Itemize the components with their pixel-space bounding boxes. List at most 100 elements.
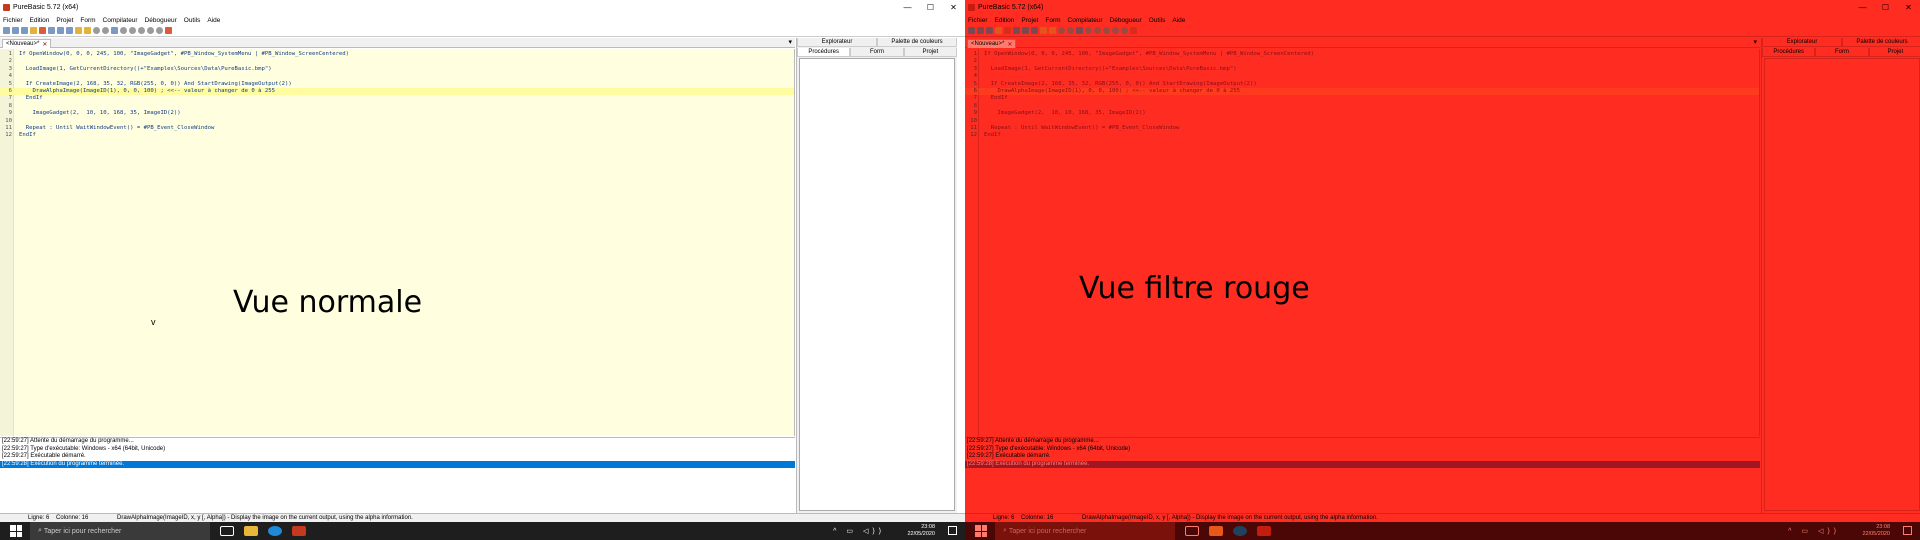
procedure-list[interactable] [1764, 58, 1920, 511]
close-button[interactable]: ✕ [1897, 0, 1920, 15]
windows-start-icon[interactable] [10, 525, 22, 537]
edge-icon[interactable] [1233, 526, 1247, 536]
step-over-icon[interactable] [1103, 27, 1110, 34]
compiler-output[interactable]: [22:59:27] Attente du démarrage du progr… [965, 437, 1760, 513]
cut-icon[interactable] [1013, 27, 1020, 34]
paste-icon[interactable] [1031, 27, 1038, 34]
cut-icon[interactable] [48, 27, 55, 34]
find-icon[interactable] [1058, 27, 1065, 34]
clock[interactable]: 23:08 22/05/2020 [1862, 524, 1890, 538]
tab-form[interactable]: Form [850, 48, 904, 57]
save-icon[interactable] [986, 27, 993, 34]
step-out-icon[interactable] [147, 27, 154, 34]
clock[interactable]: 23:08 22/05/2020 [907, 524, 935, 538]
tab-palette-couleurs[interactable]: Palette de couleurs [1842, 38, 1920, 47]
kill-program-icon[interactable] [165, 27, 172, 34]
find-icon[interactable] [93, 27, 100, 34]
notification-icon[interactable] [948, 526, 957, 535]
tray-icons[interactable]: ^ ▭ ◁)) [833, 527, 885, 535]
new-file-icon[interactable] [968, 27, 975, 34]
save-icon[interactable] [21, 27, 28, 34]
menu-outils[interactable]: Outils [1149, 17, 1166, 24]
taskbar-search[interactable]: ⌕ Taper ici pour rechercher [995, 522, 1175, 540]
maximize-button[interactable]: ☐ [1874, 0, 1897, 15]
undo-icon[interactable] [75, 27, 82, 34]
menu-fichier[interactable]: Fichier [968, 17, 988, 24]
menu-debogueur[interactable]: Débogueur [145, 17, 177, 24]
notification-icon[interactable] [1903, 526, 1912, 535]
breakpoint-icon[interactable] [156, 27, 163, 34]
windows-start-icon[interactable] [975, 525, 987, 537]
menu-compilateur[interactable]: Compilateur [103, 17, 138, 24]
copy-icon[interactable] [1022, 27, 1029, 34]
menu-projet[interactable]: Projet [1021, 17, 1038, 24]
tab-close-icon[interactable]: ✕ [1007, 41, 1012, 48]
tab-nouveau[interactable]: <Nouveau>* ✕ [2, 39, 52, 48]
step-out-icon[interactable] [1112, 27, 1119, 34]
menu-outils[interactable]: Outils [184, 17, 201, 24]
breakpoint-icon[interactable] [1121, 27, 1128, 34]
step-icon[interactable] [1094, 27, 1101, 34]
step-icon[interactable] [129, 27, 136, 34]
menu-form[interactable]: Form [80, 17, 95, 24]
compile-run-icon[interactable] [102, 27, 109, 34]
purebasic-task-icon[interactable] [1257, 526, 1271, 536]
menu-form[interactable]: Form [1045, 17, 1060, 24]
open-file-icon[interactable] [977, 27, 984, 34]
task-view-icon[interactable] [220, 526, 234, 536]
tab-palette-couleurs[interactable]: Palette de couleurs [877, 38, 957, 47]
code-editor[interactable]: 1 If OpenWindow(0, 0, 0, 245, 100, "Image… [965, 49, 1760, 436]
debug-icon[interactable] [1076, 27, 1083, 34]
tab-explorateur[interactable]: Explorateur [1762, 38, 1842, 47]
edge-icon[interactable] [268, 526, 282, 536]
menu-fichier[interactable]: Fichier [3, 17, 23, 24]
minimize-button[interactable]: — [1851, 0, 1874, 15]
minimize-button[interactable]: — [896, 0, 919, 15]
procedure-list[interactable] [799, 58, 955, 511]
close-file-icon[interactable] [39, 27, 46, 34]
redo-icon[interactable] [1049, 27, 1056, 34]
menu-edition[interactable]: Edition [995, 17, 1015, 24]
menu-edition[interactable]: Edition [30, 17, 50, 24]
kill-program-icon[interactable] [1130, 27, 1137, 34]
compile-run-icon[interactable] [1067, 27, 1074, 34]
tab-projet[interactable]: Projet [1868, 48, 1920, 57]
tab-projet[interactable]: Projet [903, 48, 957, 57]
stop-icon[interactable] [120, 27, 127, 34]
menu-compilateur[interactable]: Compilateur [1068, 17, 1103, 24]
paste-icon[interactable] [66, 27, 73, 34]
compiler-output[interactable]: [22:59:27] Attente du démarrage du progr… [0, 437, 795, 513]
close-button[interactable]: ✕ [942, 0, 965, 15]
tray-icons[interactable]: ^ ▭ ◁)) [1788, 527, 1840, 535]
purebasic-task-icon[interactable] [292, 526, 306, 536]
new-file-icon[interactable] [3, 27, 10, 34]
tab-close-icon[interactable]: ✕ [42, 41, 47, 48]
tab-explorateur[interactable]: Explorateur [797, 38, 877, 47]
tab-nouveau[interactable]: <Nouveau>* ✕ [967, 39, 1017, 48]
menu-debogueur[interactable]: Débogueur [1110, 17, 1142, 24]
open-file-icon[interactable] [12, 27, 19, 34]
maximize-button[interactable]: ☐ [919, 0, 942, 15]
chevron-down-icon[interactable]: ▾ [788, 38, 792, 46]
save-all-icon[interactable] [995, 27, 1002, 34]
taskbar-search[interactable]: ⌕ Taper ici pour rechercher [30, 522, 210, 540]
stop-icon[interactable] [1085, 27, 1092, 34]
tab-procedures[interactable]: Procédures [1762, 48, 1816, 57]
debug-icon[interactable] [111, 27, 118, 34]
chevron-down-icon[interactable]: ▾ [1753, 38, 1757, 46]
close-file-icon[interactable] [1004, 27, 1011, 34]
menu-aide[interactable]: Aide [207, 17, 220, 24]
tab-procedures[interactable]: Procédures [797, 48, 851, 57]
tab-form[interactable]: Form [1815, 48, 1869, 57]
file-explorer-icon[interactable] [1209, 526, 1223, 536]
file-explorer-icon[interactable] [244, 526, 258, 536]
task-view-icon[interactable] [1185, 526, 1199, 536]
undo-icon[interactable] [1040, 27, 1047, 34]
code-editor[interactable]: 1 If OpenWindow(0, 0, 0, 245, 100, "Image… [0, 49, 795, 436]
copy-icon[interactable] [57, 27, 64, 34]
menu-aide[interactable]: Aide [1172, 17, 1185, 24]
menu-projet[interactable]: Projet [56, 17, 73, 24]
redo-icon[interactable] [84, 27, 91, 34]
save-all-icon[interactable] [30, 27, 37, 34]
step-over-icon[interactable] [138, 27, 145, 34]
